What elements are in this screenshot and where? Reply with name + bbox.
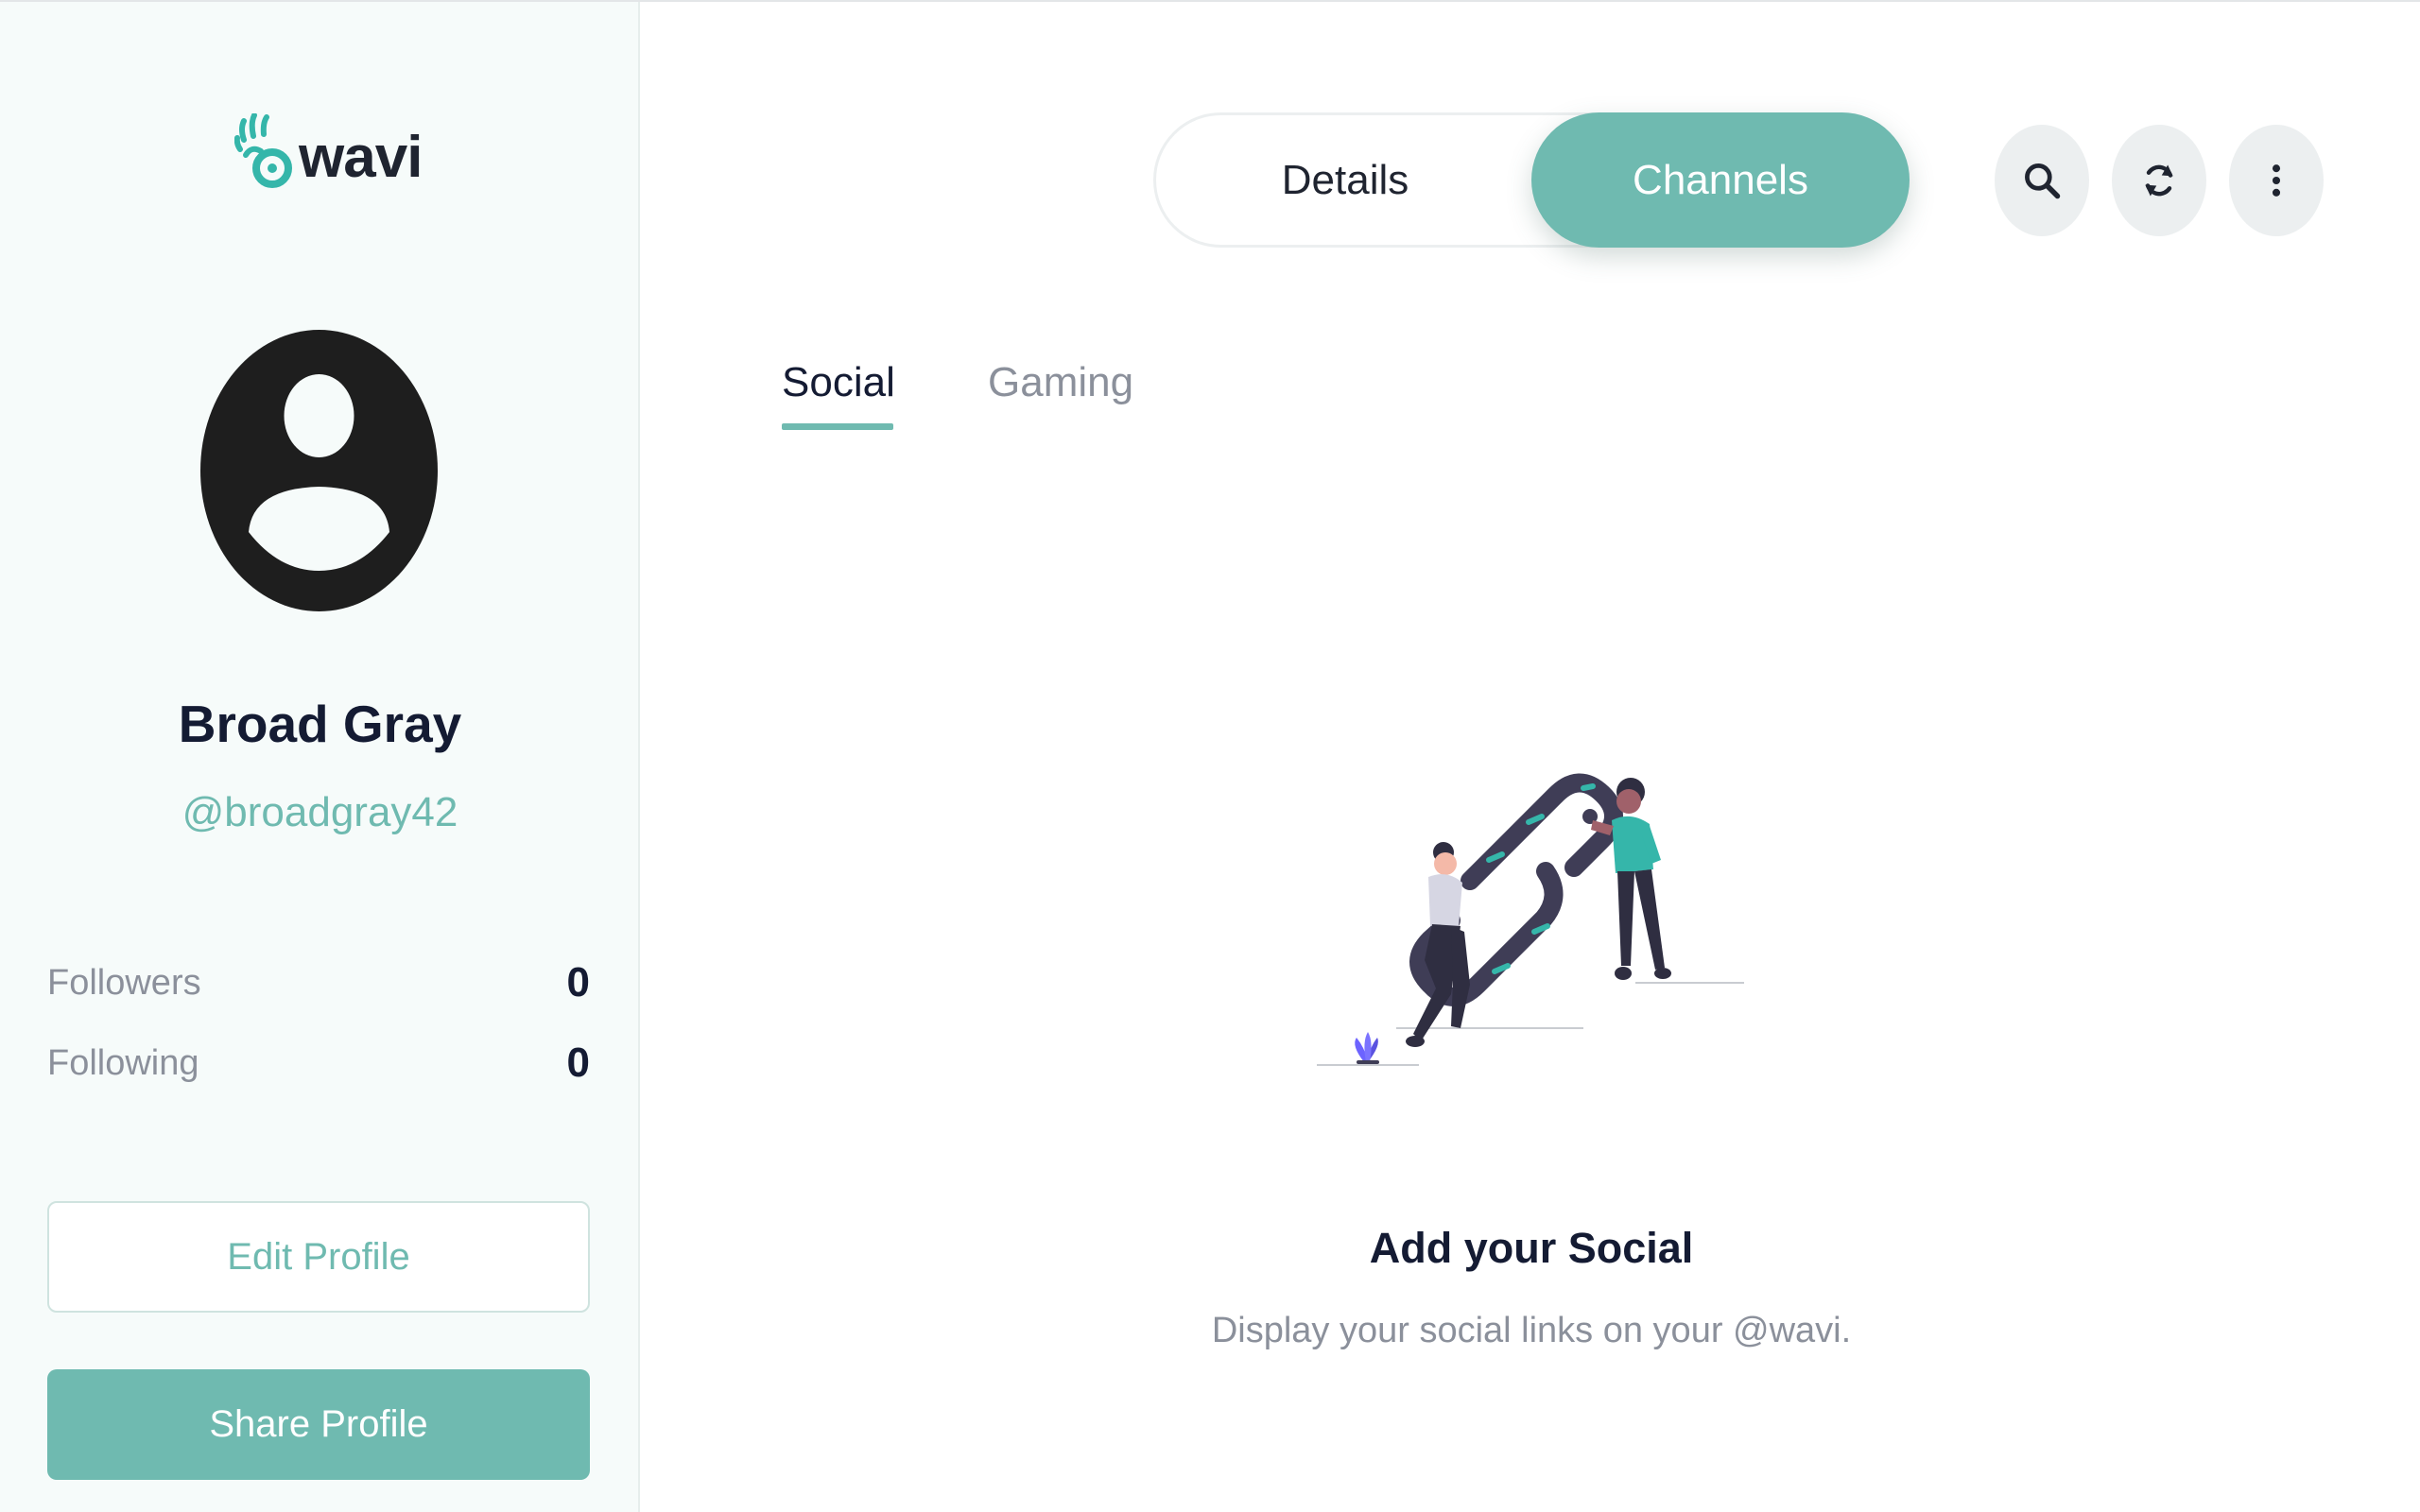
tab-social[interactable]: Social [782, 359, 895, 406]
profile-handle[interactable]: @broadgray42 [0, 789, 640, 836]
details-toggle[interactable]: Details [1156, 115, 1534, 245]
link-illustration [1317, 773, 1744, 1066]
refresh-icon [2145, 164, 2173, 197]
following-count: 0 [566, 1040, 590, 1086]
followers-label: Followers [47, 962, 201, 1003]
following-row[interactable]: Following 0 [47, 1035, 590, 1091]
empty-state-title: Add your Social [1369, 1224, 1694, 1272]
more-vertical-icon [2272, 164, 2281, 197]
more-options-button[interactable] [2229, 125, 2324, 236]
brand-name: wavi [299, 125, 423, 190]
user-avatar-icon [200, 330, 438, 611]
profile-sidebar: wavi Broad Gray @broadgray42 Followers 0… [0, 2, 640, 1512]
edit-profile-button[interactable]: Edit Profile [47, 1201, 590, 1313]
plant-icon [1355, 1032, 1379, 1064]
view-switcher: Details Channels [1153, 112, 1910, 248]
search-icon [2025, 163, 2061, 199]
search-button[interactable] [1995, 125, 2089, 236]
app-root: wavi Broad Gray @broadgray42 Followers 0… [0, 0, 2420, 1512]
wavi-logo[interactable]: wavi [234, 113, 423, 190]
profile-name: Broad Gray [178, 695, 462, 753]
refresh-button[interactable] [2112, 125, 2206, 236]
tab-gaming[interactable]: Gaming [988, 359, 1133, 406]
channels-toggle[interactable]: Channels [1531, 112, 1910, 248]
hand-logo-icon [234, 113, 292, 188]
empty-state-description: Display your social links on your @wavi. [1211, 1311, 1852, 1350]
followers-row[interactable]: Followers 0 [47, 954, 590, 1011]
active-tab-indicator [782, 423, 893, 430]
share-profile-button[interactable]: Share Profile [47, 1369, 590, 1480]
following-label: Following [47, 1042, 199, 1083]
followers-count: 0 [566, 959, 590, 1005]
